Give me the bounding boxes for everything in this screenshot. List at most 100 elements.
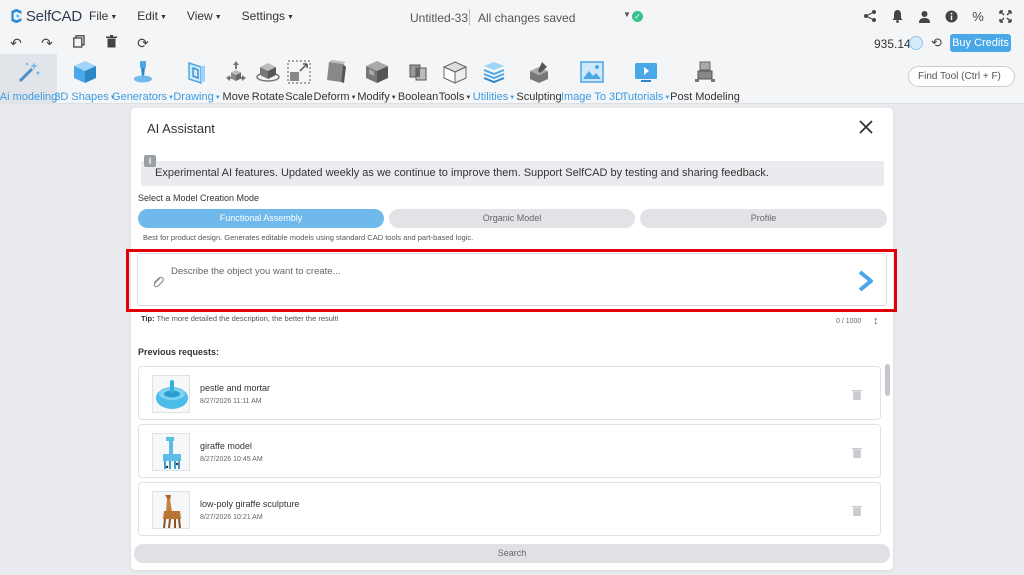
delete-icon[interactable] bbox=[852, 505, 862, 516]
request-timestamp: 8/27/2026 10:45 AM bbox=[200, 456, 263, 463]
tool-image-to-3d[interactable]: Image To 3D bbox=[560, 54, 624, 104]
tool-tools[interactable]: Tools▼ bbox=[439, 54, 471, 104]
tool-label: Utilities▼ bbox=[473, 91, 515, 103]
send-arrow-icon[interactable] bbox=[856, 270, 874, 292]
notifications-bell-icon[interactable] bbox=[888, 7, 906, 25]
tool-label: Generators▼ bbox=[112, 91, 174, 103]
tool-post-modeling[interactable]: Post Modeling bbox=[670, 54, 740, 104]
request-name: low-poly giraffe sculpture bbox=[200, 499, 300, 509]
previous-requests-title: Previous requests: bbox=[138, 347, 220, 357]
tool-scale[interactable]: Scale bbox=[285, 54, 313, 104]
delete-icon[interactable] bbox=[852, 447, 862, 458]
search-button[interactable]: Search bbox=[134, 544, 890, 563]
app-logo[interactable]: SelfCAD bbox=[10, 6, 82, 26]
request-thumbnail bbox=[152, 433, 190, 471]
save-status-dropdown-icon[interactable]: ▼ bbox=[623, 10, 631, 19]
tool-rotate[interactable]: Rotate bbox=[252, 54, 284, 104]
tool-label: Move bbox=[222, 91, 250, 103]
lowpoly-giraffe-thumbnail-image bbox=[163, 495, 181, 528]
chevron-down-icon: ▼ bbox=[214, 14, 222, 21]
list-item[interactable]: pestle and mortar 8/27/2026 11:11 AM bbox=[138, 366, 881, 420]
app-name: SelfCAD bbox=[25, 7, 82, 25]
menu-view-label: View bbox=[186, 9, 213, 23]
main-menu: File ▼ Edit ▼ View ▼ Settings ▼ bbox=[89, 9, 314, 23]
tool-utilities[interactable]: Utilities▼ bbox=[473, 54, 515, 104]
tool-label: Image To 3D bbox=[560, 91, 624, 103]
resize-vertical-icon[interactable]: ↕ bbox=[873, 315, 879, 327]
tool-sculpting[interactable]: Sculpting bbox=[516, 54, 562, 104]
info-icon: i bbox=[144, 155, 156, 167]
credits-balance: 935.14 bbox=[874, 37, 911, 51]
menu-edit[interactable]: Edit ▼ bbox=[137, 9, 167, 23]
menu-settings[interactable]: Settings ▼ bbox=[242, 9, 294, 23]
prompt-box bbox=[137, 253, 887, 306]
buy-credits-button[interactable]: Buy Credits bbox=[950, 34, 1011, 52]
modify-icon bbox=[366, 61, 388, 83]
request-timestamp: 8/27/2026 11:11 AM bbox=[200, 398, 262, 405]
mode-description: Best for product design. Generates edita… bbox=[143, 233, 474, 242]
delete-icon[interactable] bbox=[852, 389, 862, 400]
tool-label: Drawing▼ bbox=[173, 91, 220, 103]
refresh-credits-icon[interactable]: ⟲ bbox=[931, 35, 942, 51]
copy-icon[interactable] bbox=[71, 35, 87, 51]
chevron-down-icon: ▼ bbox=[110, 14, 118, 21]
menu-file-label: File bbox=[89, 9, 109, 23]
tools-icon bbox=[442, 61, 468, 84]
rotate-icon bbox=[256, 63, 280, 82]
reset-view-icon[interactable]: ⟳ bbox=[135, 35, 151, 51]
tool-tutorials[interactable]: Tutorials▼ bbox=[622, 54, 671, 104]
info-icon[interactable] bbox=[942, 7, 960, 25]
mode-section-label: Select a Model Creation Mode bbox=[138, 193, 260, 203]
tool-label-text: Drawing bbox=[173, 91, 214, 103]
user-account-icon[interactable] bbox=[915, 7, 933, 25]
mode-tab-organic-model[interactable]: Organic Model bbox=[389, 209, 635, 228]
chevron-down-icon: ▼ bbox=[390, 95, 397, 101]
credits-coin-icon bbox=[909, 36, 923, 50]
tool-modify[interactable]: Modify▼ bbox=[357, 54, 397, 104]
mode-tab-functional-assembly[interactable]: Functional Assembly bbox=[138, 209, 384, 228]
ai-wand-icon bbox=[18, 62, 39, 83]
menu-file[interactable]: File ▼ bbox=[89, 9, 117, 23]
tool-drawing[interactable]: Drawing▼ bbox=[173, 54, 221, 104]
undo-icon[interactable]: ↶ bbox=[8, 35, 24, 51]
units-percent-icon[interactable]: % bbox=[969, 7, 987, 25]
tool-move[interactable]: Move bbox=[222, 54, 250, 104]
tool-label: Post Modeling bbox=[670, 91, 740, 103]
list-item[interactable]: giraffe model 8/27/2026 10:45 AM bbox=[138, 424, 881, 478]
redo-icon[interactable]: ↷ bbox=[39, 35, 55, 51]
tool-label-text: Modify bbox=[357, 91, 390, 103]
tutorials-icon bbox=[635, 63, 657, 82]
sculpting-icon bbox=[530, 62, 548, 83]
deform-icon bbox=[327, 60, 346, 83]
prompt-input[interactable] bbox=[171, 260, 821, 282]
tool-generators[interactable]: Generators▼ bbox=[112, 54, 174, 104]
list-item[interactable]: low-poly giraffe sculpture 8/27/2026 10:… bbox=[138, 482, 881, 536]
tool-3d-shapes[interactable]: 3D Shapes▼ bbox=[54, 54, 116, 104]
tool-deform[interactable]: Deform▼ bbox=[313, 54, 357, 104]
fullscreen-icon[interactable] bbox=[996, 7, 1014, 25]
chevron-down-icon: ▼ bbox=[214, 95, 221, 101]
scale-icon bbox=[287, 60, 311, 84]
document-title[interactable]: Untitled-33 bbox=[410, 11, 468, 25]
tool-boolean[interactable]: Boolean bbox=[398, 54, 438, 104]
tool-label: Tutorials▼ bbox=[622, 91, 671, 103]
tool-label-text: 3D Shapes bbox=[54, 91, 109, 103]
find-tool-input[interactable]: Find Tool (Ctrl + F) bbox=[908, 66, 1015, 87]
chevron-down-icon: ▼ bbox=[159, 14, 167, 21]
tool-label-text: Tutorials bbox=[621, 91, 664, 103]
menu-view[interactable]: View ▼ bbox=[187, 9, 222, 23]
selfcad-logo-icon bbox=[11, 8, 22, 24]
share-icon[interactable] bbox=[861, 7, 879, 25]
tool-label-text: Deform bbox=[313, 91, 350, 103]
request-timestamp: 8/27/2026 10:21 AM bbox=[200, 514, 263, 521]
tool-label: 3D Shapes▼ bbox=[54, 91, 115, 103]
giraffe-thumbnail-image bbox=[163, 437, 181, 469]
tool-label-text: Generators bbox=[112, 91, 168, 103]
tool-ai-modeling[interactable]: Ai modeling bbox=[0, 54, 57, 104]
menu-settings-label: Settings bbox=[241, 9, 285, 23]
close-icon[interactable] bbox=[858, 119, 874, 135]
mode-tab-profile[interactable]: Profile bbox=[640, 209, 887, 228]
delete-icon[interactable] bbox=[103, 35, 119, 51]
paperclip-attach-icon[interactable] bbox=[151, 275, 165, 289]
requests-scrollbar[interactable] bbox=[885, 364, 890, 396]
